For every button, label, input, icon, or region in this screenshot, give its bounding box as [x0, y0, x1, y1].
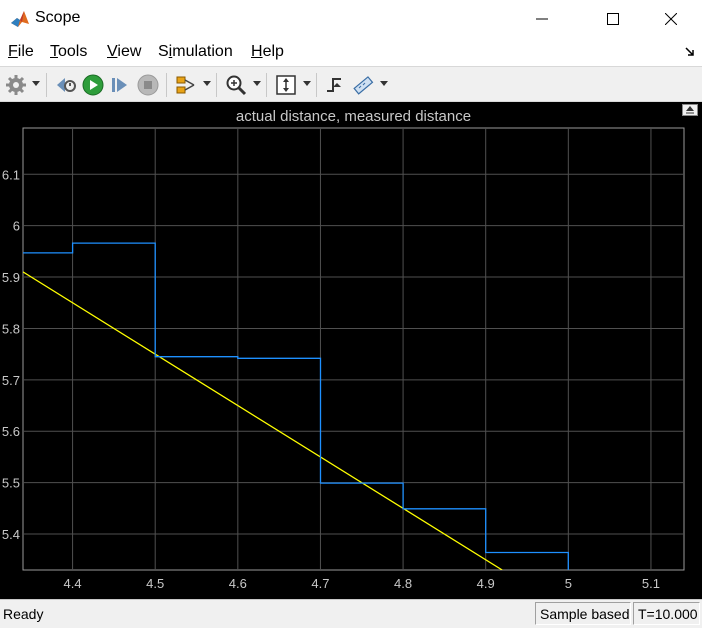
y-tick-label: 5.9	[2, 270, 20, 285]
menu-view[interactable]: View	[107, 43, 141, 61]
y-tick-label: 5.8	[2, 321, 20, 336]
step-forward-icon[interactable]	[108, 73, 132, 97]
status-time: T=10.000	[633, 602, 700, 625]
close-icon	[665, 13, 677, 25]
settings-dropdown-icon[interactable]	[32, 81, 40, 87]
menu-bar: File Tools View Simulation Help	[0, 38, 702, 66]
toolbar	[0, 66, 702, 102]
axes-box	[22, 127, 685, 571]
toolbar-separator	[46, 73, 47, 97]
stop-icon[interactable]	[136, 73, 160, 97]
scale-axes-icon[interactable]	[274, 73, 298, 97]
x-tick-label: 4.9	[477, 576, 495, 591]
maximize-button[interactable]	[590, 0, 636, 38]
y-tick-label: 6	[13, 219, 20, 234]
toolbar-separator	[266, 73, 267, 97]
x-tick-label: 4.4	[64, 576, 82, 591]
zoom-in-icon[interactable]	[224, 73, 248, 97]
close-button[interactable]	[648, 0, 694, 38]
menu-help[interactable]: Help	[251, 43, 284, 61]
signal-selector-icon[interactable]	[174, 73, 198, 97]
status-mode: Sample based	[535, 602, 631, 625]
settings-icon[interactable]	[4, 73, 28, 97]
x-tick-label: 5	[565, 576, 572, 591]
measurements-icon[interactable]	[351, 73, 375, 97]
triggers-icon[interactable]	[323, 73, 347, 97]
toolbar-separator	[216, 73, 217, 97]
status-bar: Ready Sample based T=10.000	[0, 599, 702, 628]
maximize-icon	[607, 13, 619, 25]
menu-tools[interactable]: Tools	[50, 43, 87, 61]
x-tick-label: 5.1	[642, 576, 660, 591]
x-tick-label: 4.6	[229, 576, 247, 591]
scope-display[interactable]: actual distance, measured distance 4.4 4.5…	[0, 102, 702, 599]
y-tick-label: 6.1	[2, 167, 20, 182]
x-tick-label: 4.7	[311, 576, 329, 591]
y-tick-label: 5.4	[2, 527, 20, 542]
measurements-dropdown-icon[interactable]	[380, 81, 388, 87]
run-icon[interactable]	[81, 73, 105, 97]
scope-chart[interactable]: actual distance, measured distance 4.4 4.5…	[0, 102, 702, 599]
title-bar: Scope	[0, 0, 702, 38]
y-tick-label: 5.7	[2, 373, 20, 388]
minimize-icon	[536, 18, 548, 20]
toolbar-separator	[166, 73, 167, 97]
expand-axes-icon[interactable]	[682, 104, 698, 116]
toolbar-separator	[316, 73, 317, 97]
undock-arrow-icon[interactable]	[684, 46, 696, 58]
status-ready: Ready	[3, 606, 44, 622]
window-title: Scope	[35, 9, 81, 26]
y-tick-label: 5.5	[2, 476, 20, 491]
signal-selector-dropdown-icon[interactable]	[203, 81, 211, 87]
x-tick-label: 4.5	[146, 576, 164, 591]
chart-title: actual distance, measured distance	[236, 108, 471, 125]
x-tick-label: 4.8	[394, 576, 412, 591]
step-back-icon[interactable]	[54, 73, 78, 97]
zoom-dropdown-icon[interactable]	[253, 81, 261, 87]
matlab-logo-icon	[11, 11, 29, 27]
menu-simulation[interactable]: Simulation	[158, 43, 233, 61]
minimize-button[interactable]	[519, 0, 565, 38]
y-tick-label: 5.6	[2, 424, 20, 439]
menu-file[interactable]: File	[8, 43, 34, 61]
scale-axes-dropdown-icon[interactable]	[303, 81, 311, 87]
